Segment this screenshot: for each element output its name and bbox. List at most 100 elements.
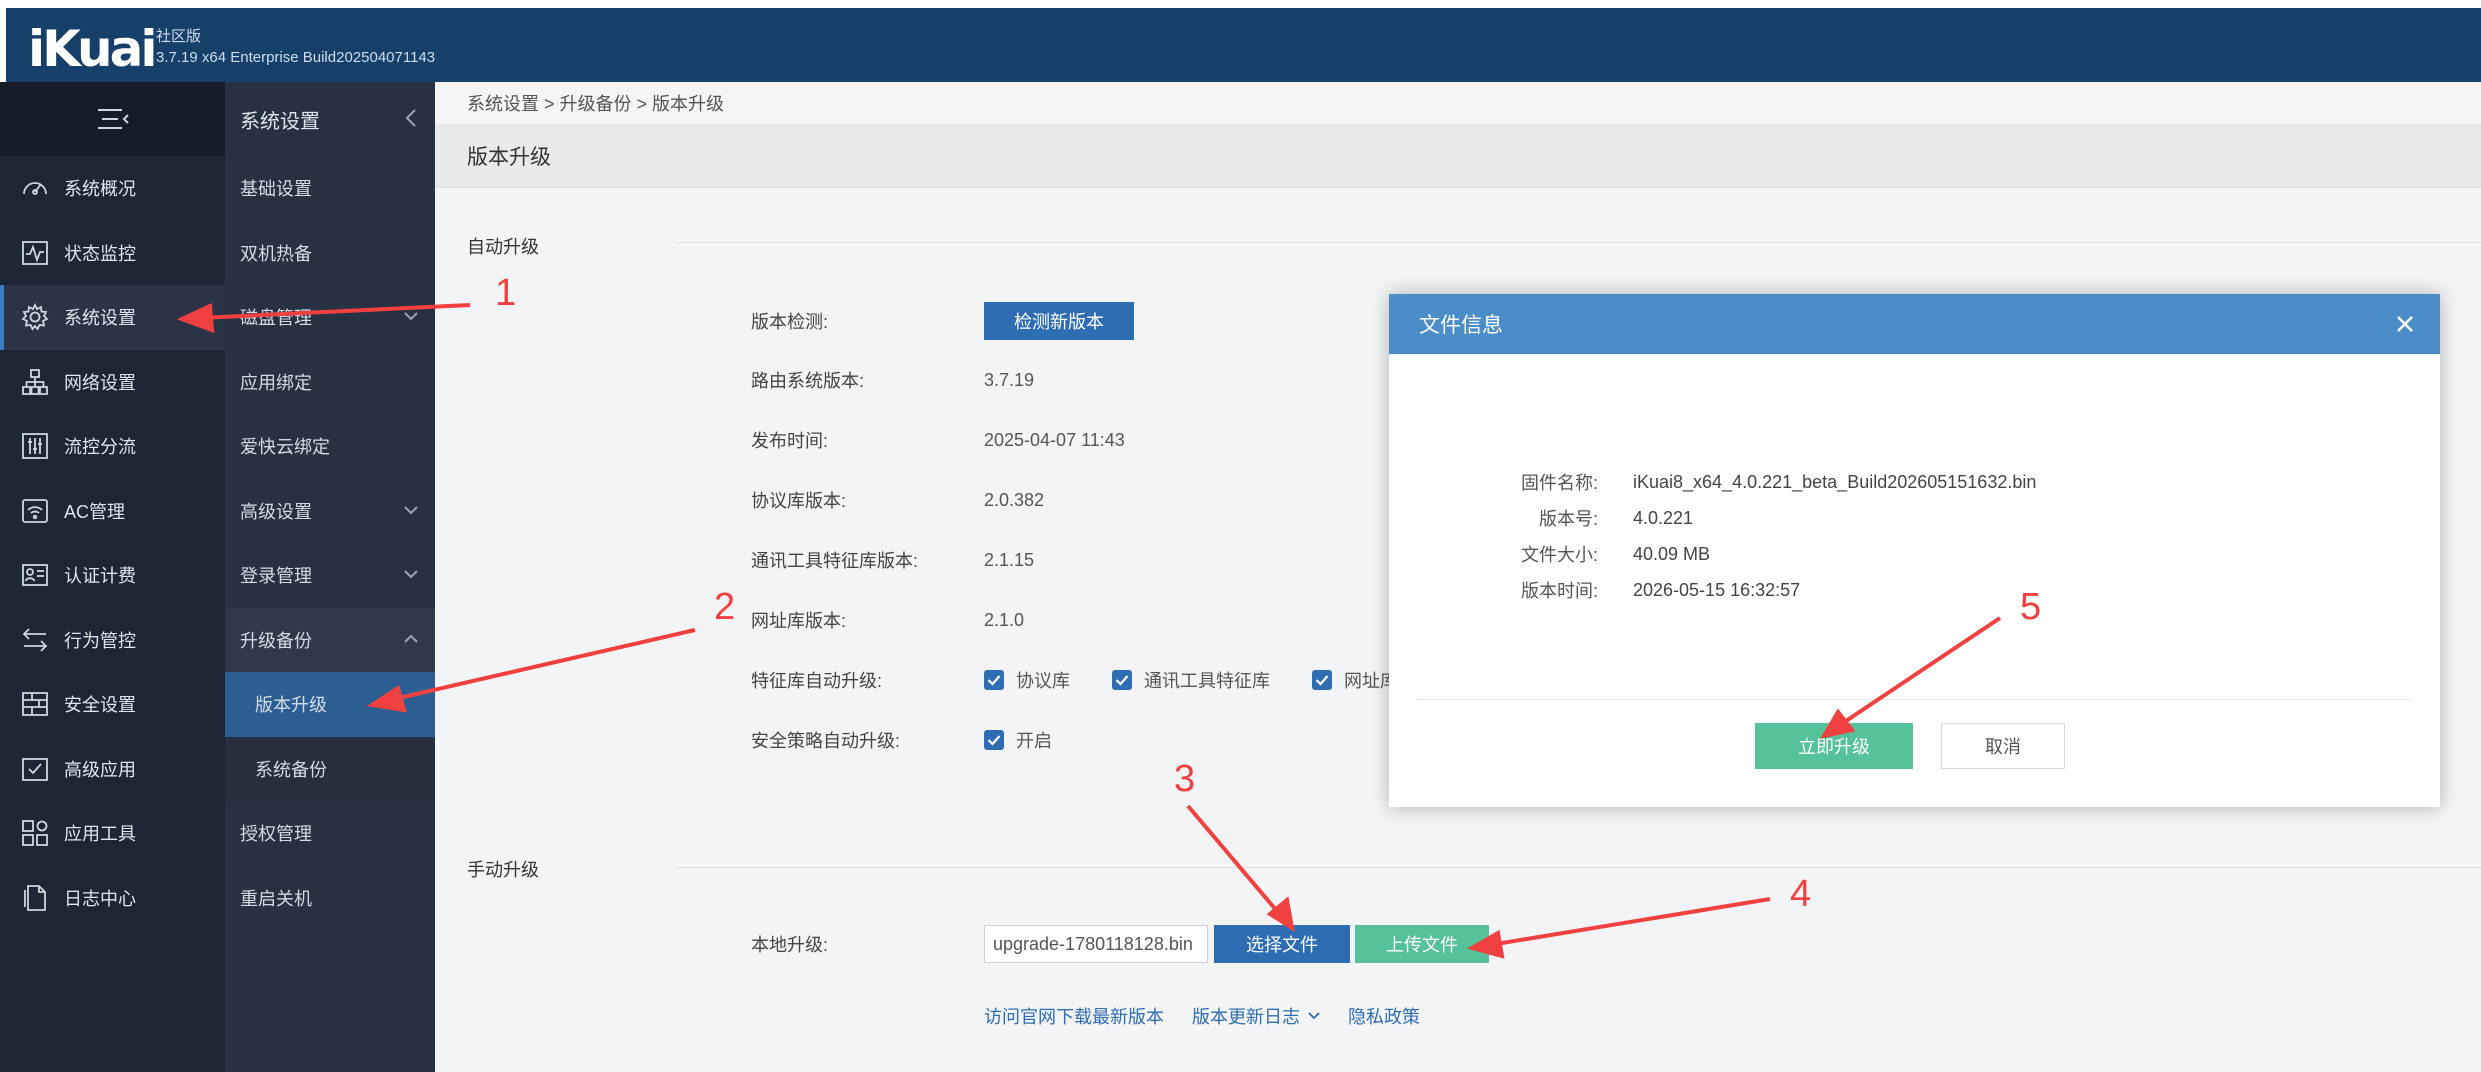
comm-tool-lib-label: 通讯工具特征库版本: — [751, 551, 919, 571]
file-path-input[interactable]: upgrade-1780118128.bin — [984, 925, 1208, 963]
submenu-item-license[interactable]: 授权管理 — [225, 801, 435, 866]
wifi-icon — [20, 497, 64, 525]
submenu-item-login[interactable]: 登录管理 — [225, 543, 435, 608]
nav-item-label: 系统设置 — [64, 308, 136, 329]
breadcrumb: 系统设置 > 升级备份 > 版本升级 — [435, 82, 2481, 124]
protocol-lib-label: 协议库版本: — [751, 491, 847, 511]
app-header: iKuai 社区版 3.7.19 x64 Enterprise Build202… — [6, 8, 2481, 82]
router-version-value: 3.7.19 — [984, 369, 1035, 390]
release-time-label: 发布时间: — [751, 431, 829, 451]
privacy-policy-link[interactable]: 隐私政策 — [1348, 1003, 1420, 1029]
submenu-item-advanced[interactable]: 高级设置 — [225, 479, 435, 544]
checkbox-label: 协议库 — [1016, 671, 1070, 691]
file-size-label: 文件大小: — [1520, 545, 1598, 565]
nav-item-flow-control[interactable]: 流控分流 — [0, 414, 225, 479]
official-download-link[interactable]: 访问官网下载最新版本 — [984, 1003, 1164, 1029]
submenu-item-label: 应用绑定 — [240, 372, 312, 393]
submenu-item-label: 磁盘管理 — [240, 308, 312, 329]
local-upgrade-row: 本地升级: upgrade-1780118128.bin 选择文件 上传文件 — [435, 924, 2481, 964]
edition-label: 社区版 — [156, 28, 202, 45]
version-time-value: 2026-05-15 16:32:57 — [1633, 579, 1801, 600]
nav-item-label: 行为管控 — [64, 630, 136, 651]
nav-item-logs[interactable]: 日志中心 — [0, 866, 225, 931]
version-time-label: 版本时间: — [1520, 581, 1598, 601]
submenu-title: 系统设置 — [225, 82, 435, 156]
nav-item-behavior[interactable]: 行为管控 — [0, 608, 225, 673]
firmware-name-value: iKuai8_x64_4.0.221_beta_Build20260515163… — [1633, 471, 2037, 492]
close-icon[interactable] — [2394, 313, 2416, 335]
submenu-item-upgrade-backup[interactable]: 升级备份 — [225, 607, 435, 672]
submenu-item-basic[interactable]: 基础设置 — [225, 156, 435, 221]
nav-item-monitor[interactable]: 状态监控 — [0, 221, 225, 286]
nav-item-label: 安全设置 — [64, 695, 136, 716]
section-divider — [675, 242, 2481, 243]
nav-item-overview[interactable]: 系统概况 — [0, 156, 225, 221]
submenu-item-system-backup[interactable]: 系统备份 — [225, 736, 435, 801]
select-file-button[interactable]: 选择文件 — [1214, 925, 1350, 963]
nav-item-auth-billing[interactable]: 认证计费 — [0, 543, 225, 608]
chevron-down-icon — [404, 570, 418, 579]
file-info-dialog: 文件信息 固件名称: iKuai8_x64_4.0.221_beta_Build… — [1389, 294, 2440, 807]
local-upgrade-label: 本地升级: — [751, 935, 829, 955]
submenu-item-app-binding[interactable]: 应用绑定 — [225, 350, 435, 415]
edition-info: 社区版 3.7.19 x64 Enterprise Build202504071… — [156, 26, 435, 68]
submenu-item-cloud-binding[interactable]: 爱快云绑定 — [225, 414, 435, 479]
nav-item-advanced-apps[interactable]: 高级应用 — [0, 737, 225, 802]
cancel-button[interactable]: 取消 — [1941, 723, 2065, 769]
menu-collapse-icon[interactable] — [96, 106, 130, 132]
nav-item-label: AC管理 — [64, 501, 126, 522]
checkbox-security-enable[interactable]: 开启 — [984, 727, 1052, 753]
pulse-monitor-icon — [20, 239, 64, 267]
submenu-item-reboot[interactable]: 重启关机 — [225, 866, 435, 931]
nav-item-network[interactable]: 网络设置 — [0, 350, 225, 415]
sliders-icon — [20, 432, 64, 460]
chevron-up-icon — [404, 634, 418, 643]
submenu-title-label: 系统设置 — [240, 110, 320, 133]
check-new-version-button[interactable]: 检测新版本 — [984, 302, 1134, 340]
changelog-link[interactable]: 版本更新日志 — [1192, 1003, 1320, 1029]
checkbox-url-lib[interactable]: 网址库 — [1312, 667, 1398, 693]
checkbox-comm-tool-lib[interactable]: 通讯工具特征库 — [1112, 667, 1270, 693]
firmware-name-row: 固件名称: iKuai8_x64_4.0.221_beta_Build20260… — [1389, 464, 2440, 500]
dialog-divider — [1417, 699, 2412, 700]
submenu-item-label: 基础设置 — [240, 179, 312, 200]
chevron-down-icon — [404, 505, 418, 514]
primary-sidebar: 系统概况 状态监控 系统设置 网络设置 流控分流 AC管理 认证计费 行为管控 … — [0, 82, 225, 1072]
checkbox-protocol-lib[interactable]: 协议库 — [984, 667, 1070, 693]
page-title: 版本升级 — [435, 124, 2481, 188]
nav-item-label: 流控分流 — [64, 437, 136, 458]
nav-item-label: 状态监控 — [64, 243, 136, 264]
build-label: 3.7.19 x64 Enterprise Build202504071143 — [156, 49, 436, 66]
url-lib-label: 网址库版本: — [751, 611, 847, 631]
submenu-item-label: 登录管理 — [240, 566, 312, 587]
url-lib-value: 2.1.0 — [984, 609, 1025, 630]
chevron-left-icon[interactable] — [405, 108, 417, 128]
arrows-swap-icon — [20, 626, 64, 654]
version-number-value: 4.0.221 — [1633, 507, 1694, 528]
firmware-name-label: 固件名称: — [1520, 473, 1598, 493]
nav-item-security[interactable]: 安全设置 — [0, 672, 225, 737]
submenu-item-hot-standby[interactable]: 双机热备 — [225, 221, 435, 286]
upload-file-button[interactable]: 上传文件 — [1355, 925, 1489, 963]
file-size-row: 文件大小: 40.09 MB — [1389, 536, 2440, 572]
dialog-header: 文件信息 — [1389, 294, 2440, 354]
secondary-sidebar: 系统设置 基础设置 双机热备 磁盘管理 应用绑定 爱快云绑定 高级设置 登录管理… — [225, 82, 435, 1072]
security-auto-label: 安全策略自动升级: — [751, 731, 901, 751]
network-tree-icon — [20, 368, 64, 396]
submenu-item-disk[interactable]: 磁盘管理 — [225, 285, 435, 350]
version-time-row: 版本时间: 2026-05-15 16:32:57 — [1389, 572, 2440, 608]
checkmark-icon — [1312, 670, 1332, 690]
upgrade-now-button[interactable]: 立即升级 — [1755, 723, 1913, 769]
checkmark-icon — [984, 730, 1004, 750]
nav-item-ac[interactable]: AC管理 — [0, 479, 225, 544]
chevron-down-icon — [1308, 1012, 1320, 1020]
submenu-item-version-upgrade[interactable]: 版本升级 — [225, 672, 435, 737]
menu-toggle[interactable] — [0, 82, 225, 156]
id-card-icon — [20, 561, 64, 589]
nav-item-system-settings[interactable]: 系统设置 — [0, 285, 225, 350]
version-check-label: 版本检测: — [751, 312, 829, 332]
nav-item-tools[interactable]: 应用工具 — [0, 801, 225, 866]
comm-tool-lib-value: 2.1.15 — [984, 549, 1035, 570]
submenu-item-label: 系统备份 — [255, 759, 327, 780]
check-box-icon — [20, 755, 64, 783]
